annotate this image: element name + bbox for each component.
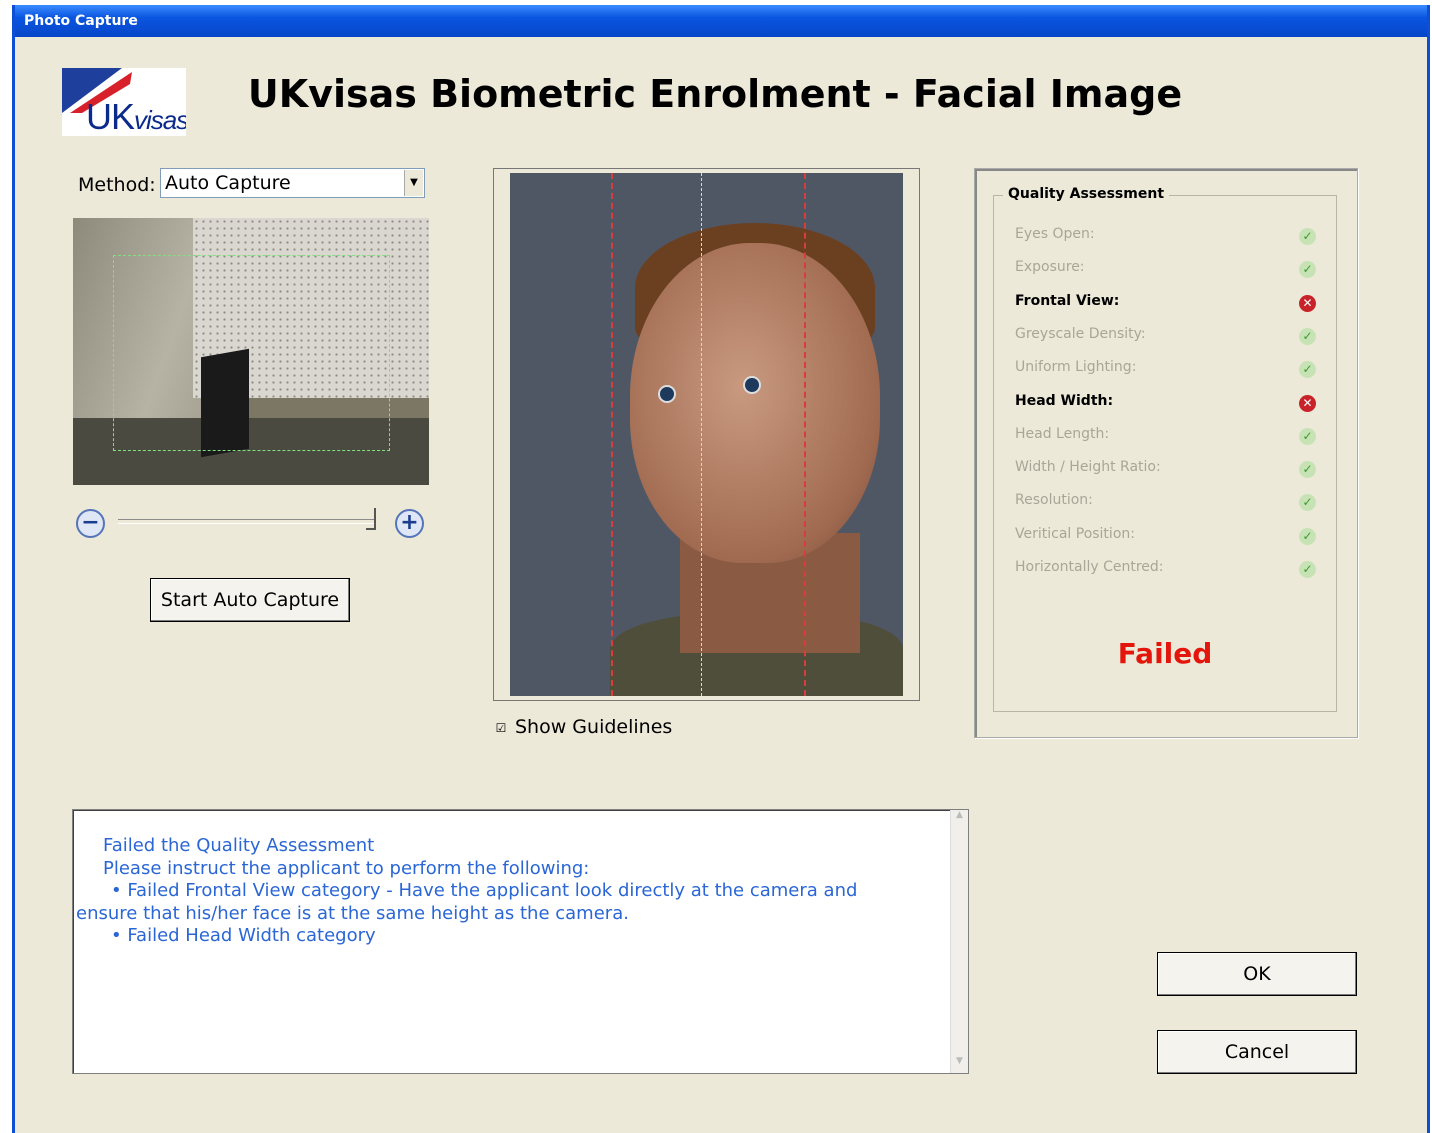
logo-visas: visas	[134, 105, 186, 135]
right-eye-marker	[743, 376, 761, 394]
ok-button[interactable]: OK	[1157, 952, 1357, 996]
zoom-slider-thumb[interactable]	[366, 508, 376, 530]
page-title: UKvisas Biometric Enrolment - Facial Ima…	[247, 72, 1183, 116]
quality-item-label: Eyes Open:	[1015, 226, 1095, 242]
guideline-left	[611, 173, 613, 696]
pass-check-icon: ✓	[1299, 561, 1316, 578]
quality-item-label: Greyscale Density:	[1015, 325, 1146, 342]
method-select-value: Auto Capture	[165, 172, 291, 194]
quality-item-label: Width / Height Ratio:	[1015, 459, 1161, 476]
ukvisas-logo: UKvisas	[62, 68, 186, 136]
instruction-line: ensure that his/her face is at the same …	[76, 902, 629, 924]
quality-item-label: Head Width:	[1015, 392, 1114, 409]
left-eye-marker	[658, 385, 676, 403]
instructions-scrollbar[interactable]: ▲ ▼	[950, 810, 968, 1073]
chevron-down-icon[interactable]: ▼	[404, 170, 423, 196]
pass-check-icon: ✓	[1299, 228, 1316, 245]
pass-check-icon: ✓	[1299, 427, 1316, 445]
zoom-in-icon[interactable]: +	[395, 509, 424, 538]
captured-photo	[510, 173, 903, 696]
pass-check-icon: ✓	[1299, 527, 1316, 545]
quality-item-label: Uniform Lighting:	[1015, 359, 1137, 376]
zoom-slider[interactable]	[118, 519, 376, 524]
capture-region-box	[113, 255, 390, 451]
pass-check-icon: ✓	[1299, 327, 1316, 345]
instructions-textbox[interactable]: Failed the Quality Assessment Please inst…	[72, 809, 969, 1074]
instruction-line: • Failed Head Width category	[111, 925, 376, 946]
instruction-line: Failed the Quality Assessment	[103, 835, 375, 856]
guideline-center	[701, 173, 702, 696]
show-guidelines-label: Show Guidelines	[515, 716, 673, 738]
method-label: Method:	[78, 174, 156, 196]
instruction-line: • Failed Frontal View category - Have th…	[111, 880, 858, 901]
quality-item-label: Veritical Position:	[1015, 525, 1135, 542]
camera-preview	[73, 218, 429, 485]
quality-result: Failed	[1117, 637, 1213, 670]
scroll-up-icon[interactable]: ▲	[951, 810, 968, 827]
instruction-line: Please instruct the applicant to perform…	[103, 857, 590, 879]
quality-item-label: Exposure:	[1015, 259, 1085, 276]
cancel-button[interactable]: Cancel	[1157, 1030, 1357, 1074]
quality-item-label: Head Length:	[1015, 425, 1110, 442]
fail-x-icon: ✕	[1299, 294, 1316, 312]
pass-check-icon: ✓	[1299, 461, 1316, 479]
quality-item-label: Frontal View:	[1015, 292, 1120, 309]
scroll-down-icon[interactable]: ▼	[951, 1056, 968, 1073]
zoom-out-icon[interactable]: −	[76, 509, 105, 538]
logo-uk: UK	[86, 96, 135, 136]
show-guidelines-checkbox[interactable]: ☑	[494, 721, 508, 735]
quality-title: Quality Assessment	[1003, 186, 1170, 202]
fail-x-icon: ✕	[1299, 394, 1316, 412]
window-title: Photo Capture	[15, 5, 1427, 37]
guideline-right	[804, 173, 806, 696]
method-select[interactable]: Auto Capture ▼	[160, 168, 425, 198]
quality-item-label: Resolution:	[1015, 492, 1093, 509]
quality-item-label: Horizontally Centred:	[1015, 559, 1164, 575]
start-auto-capture-button[interactable]: Start Auto Capture	[150, 578, 350, 622]
